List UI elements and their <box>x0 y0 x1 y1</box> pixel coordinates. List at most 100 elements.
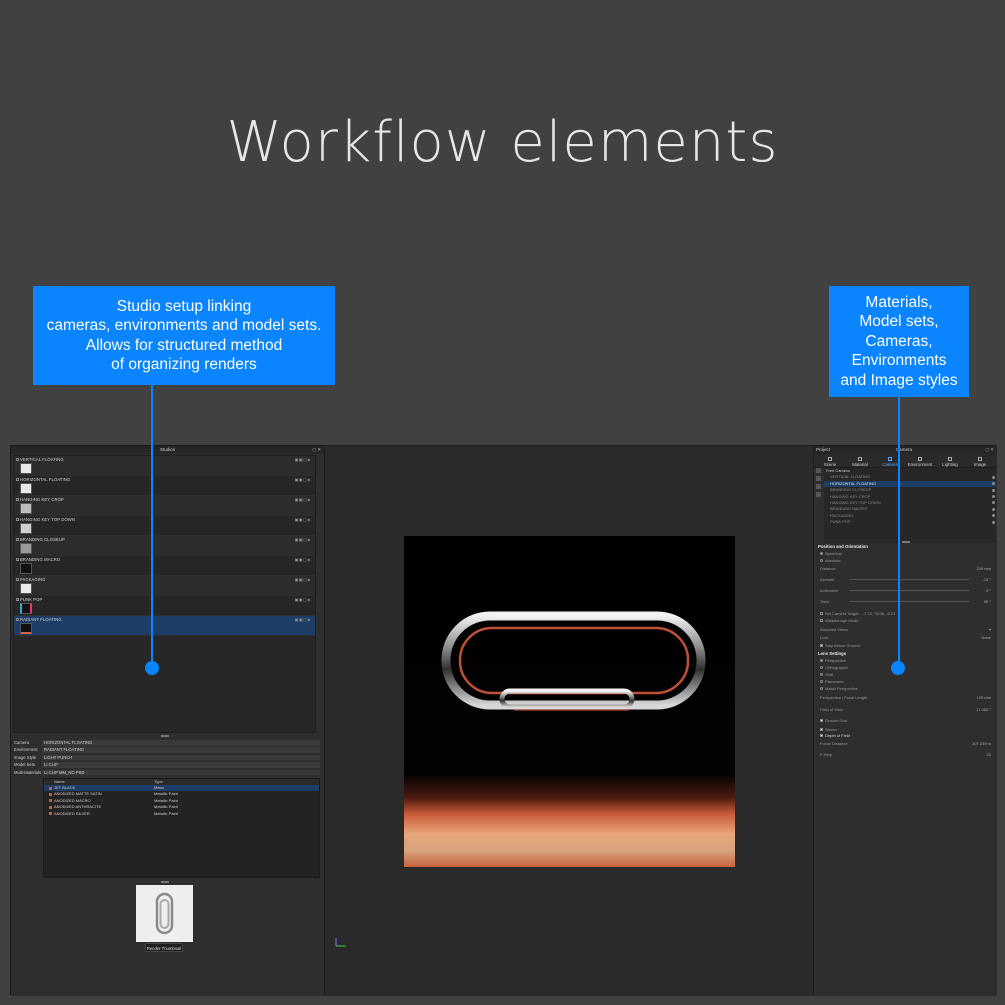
distance-field[interactable]: Distance 200 mm <box>820 565 991 572</box>
render-viewport[interactable] <box>326 446 813 996</box>
row-value[interactable]: 0 ° <box>986 587 991 594</box>
ground-grid[interactable]: Ground Grid <box>820 717 991 724</box>
studio-item-icons[interactable]: ▣▣▢◈ <box>295 597 311 602</box>
panel-controls-icon[interactable]: ◻ ✕ <box>312 446 321 454</box>
section-position-orientation[interactable]: Position and Orientation <box>818 544 868 549</box>
f-stop-field[interactable]: F-Stop 20 <box>820 751 991 758</box>
row-value[interactable]: -15 ° <box>983 576 992 583</box>
studio-item[interactable]: HANGING KEY CROP ▣▣▢◈ <box>14 496 315 516</box>
eye-icon[interactable] <box>992 475 995 479</box>
inclination-field[interactable]: Inclination 0 ° <box>820 587 991 594</box>
studio-item[interactable]: PUNK POP ▣▣▢◈ <box>14 596 315 616</box>
prop-value[interactable]: LIGHT PUNCH <box>42 754 320 761</box>
checkbox-icon[interactable] <box>16 538 19 541</box>
studio-item-selected[interactable]: RADIANT FLOATING ▣▣▢◈ <box>14 616 315 636</box>
tab-material[interactable]: Material <box>846 457 874 467</box>
prop-value[interactable]: RADIANT FLOATING <box>42 747 320 753</box>
checkbox-icon[interactable] <box>16 478 19 481</box>
list-item[interactable]: PUNK POP <box>824 519 996 525</box>
row-value[interactable]: 90 ° <box>984 598 991 605</box>
walkthrough-mode[interactable]: Walkthrough Mode <box>820 617 991 624</box>
focus-distance-field[interactable]: Focus Distance 307.239 m <box>820 740 991 747</box>
prop-image-style[interactable]: Image Style LIGHT PUNCH <box>12 754 320 761</box>
eye-icon[interactable] <box>992 507 995 511</box>
prop-value[interactable]: LI CLIP <box>42 762 320 768</box>
match-perspective-radio[interactable]: Match Perspective <box>820 685 991 692</box>
studio-item[interactable]: HORIZONTAL FLOATING ▣▣▢◈ <box>14 476 315 496</box>
render-thumbnail-button[interactable]: Render Thumbnail <box>145 943 183 952</box>
prop-model-sets[interactable]: Model Sets LI CLIP <box>12 761 320 768</box>
prop-value[interactable]: LI CLIP MM_NO PSD <box>42 769 320 776</box>
camera-list[interactable]: Free Camera VERTICAL FLOATING HORIZONTAL… <box>824 468 996 543</box>
splitter-handle[interactable] <box>902 541 910 543</box>
set-camera-target[interactable]: Set Camera Target -7.74, 76.06, -6.23 <box>820 610 991 617</box>
studio-item-icons[interactable]: ▣▣▢◈ <box>295 517 311 522</box>
add-camera-icon[interactable] <box>816 468 821 473</box>
field-of-view-field[interactable]: Field of View 17.062 ° <box>820 706 991 713</box>
tab-scene[interactable]: Scene <box>816 457 844 467</box>
row-value[interactable]: 120 mm <box>977 694 991 701</box>
panoramic-radio[interactable]: Panoramic <box>820 678 991 685</box>
checkbox-icon[interactable] <box>16 558 19 561</box>
eye-icon[interactable] <box>992 520 995 524</box>
row-value[interactable]: 307.239 m <box>972 740 991 747</box>
prop-environment[interactable]: Environment RADIANT FLOATING <box>12 746 320 753</box>
studio-item[interactable]: BRANDING MACRO ▣▣▢◈ <box>14 556 315 576</box>
stay-above-ground[interactable]: Stay Above Ground <box>820 642 991 649</box>
tab-image[interactable]: Image <box>966 457 994 467</box>
eye-icon[interactable] <box>992 482 995 486</box>
studio-item[interactable]: HANGING KEY TOP DOWN ▣▣▢◈ <box>14 516 315 536</box>
prop-value[interactable]: HORIZONTAL FLOATING <box>42 740 320 746</box>
studio-item[interactable]: BRANDING CLOSEUP ▣▣▢◈ <box>14 536 315 556</box>
eye-icon[interactable] <box>992 488 995 492</box>
checkbox-icon[interactable] <box>16 598 19 601</box>
eye-icon[interactable] <box>992 501 995 505</box>
prop-multi-materials[interactable]: Multi-Materials LI CLIP MM_NO PSD <box>12 769 320 776</box>
panel-controls-icon[interactable]: ◻ ✕ <box>985 446 994 454</box>
studio-item-icons[interactable]: ▣▣▢◈ <box>295 477 311 482</box>
studio-item-icons[interactable]: ▣▣▢◈ <box>295 457 311 462</box>
lock-field[interactable]: Lock None <box>820 634 991 641</box>
row-value[interactable]: 20 <box>987 751 991 758</box>
studio-item-icons[interactable]: ▣▣▢◈ <box>295 497 311 502</box>
studio-item-icons[interactable]: ▣▣▢◈ <box>295 577 311 582</box>
studio-item-icons[interactable]: ▣▣▢◈ <box>295 617 311 622</box>
delete-camera-icon[interactable] <box>816 492 821 497</box>
checkbox-icon[interactable] <box>16 618 19 621</box>
splitter-handle[interactable] <box>161 735 169 737</box>
studio-item-icons[interactable]: ▣▣▢◈ <box>295 537 311 542</box>
table-row[interactable]: ANODIZED SILVER Metallic Paint <box>44 811 319 817</box>
depth-of-field-section[interactable]: Depth of Field <box>820 732 991 739</box>
tab-lighting[interactable]: Lighting <box>936 457 964 467</box>
studio-list[interactable]: VERTICAL FLOATING ▣▣▢◈ HORIZONTAL FLOATI… <box>13 455 316 733</box>
checkbox-icon[interactable] <box>16 518 19 521</box>
focal-length-field[interactable]: Perspective / Focal Length 120 mm <box>820 694 991 701</box>
studio-item[interactable]: PACKAGING ▣▣▢◈ <box>14 576 315 596</box>
row-value[interactable]: 200 mm <box>977 565 991 572</box>
section-lens-settings[interactable]: Lens Settings <box>818 651 846 656</box>
duplicate-camera-icon[interactable] <box>816 476 821 481</box>
checkbox-icon[interactable] <box>16 578 19 581</box>
spherical-radio[interactable]: Spherical <box>820 550 991 557</box>
row-value[interactable]: 17.062 ° <box>976 706 991 713</box>
twist-field[interactable]: Twist 90 ° <box>820 598 991 605</box>
inclination-slider[interactable] <box>850 590 969 591</box>
splitter-handle[interactable] <box>161 881 169 883</box>
orthographic-radio[interactable]: Orthographic <box>820 664 991 671</box>
tab-environment[interactable]: Environment <box>906 457 934 467</box>
azimuth-field[interactable]: Azimuth -15 ° <box>820 576 991 583</box>
prop-camera[interactable]: Camera HORIZONTAL FLOATING <box>12 739 320 746</box>
studio-item[interactable]: VERTICAL FLOATING ▣▣▢◈ <box>14 456 315 476</box>
row-value[interactable]: None <box>981 634 991 641</box>
checkbox-icon[interactable] <box>16 458 19 461</box>
standard-views[interactable]: Standard Views ▾ <box>820 626 991 633</box>
lock-camera-icon[interactable] <box>816 484 821 489</box>
dropdown-arrow-icon[interactable]: ▾ <box>989 626 991 633</box>
checkbox-icon[interactable] <box>16 498 19 501</box>
absolute-radio[interactable]: Absolute <box>820 557 991 564</box>
azimuth-slider[interactable] <box>850 579 969 580</box>
twist-slider[interactable] <box>850 601 969 602</box>
studio-item-icons[interactable]: ▣▣▢◈ <box>295 557 311 562</box>
eye-icon[interactable] <box>992 495 995 499</box>
eye-icon[interactable] <box>992 514 995 518</box>
